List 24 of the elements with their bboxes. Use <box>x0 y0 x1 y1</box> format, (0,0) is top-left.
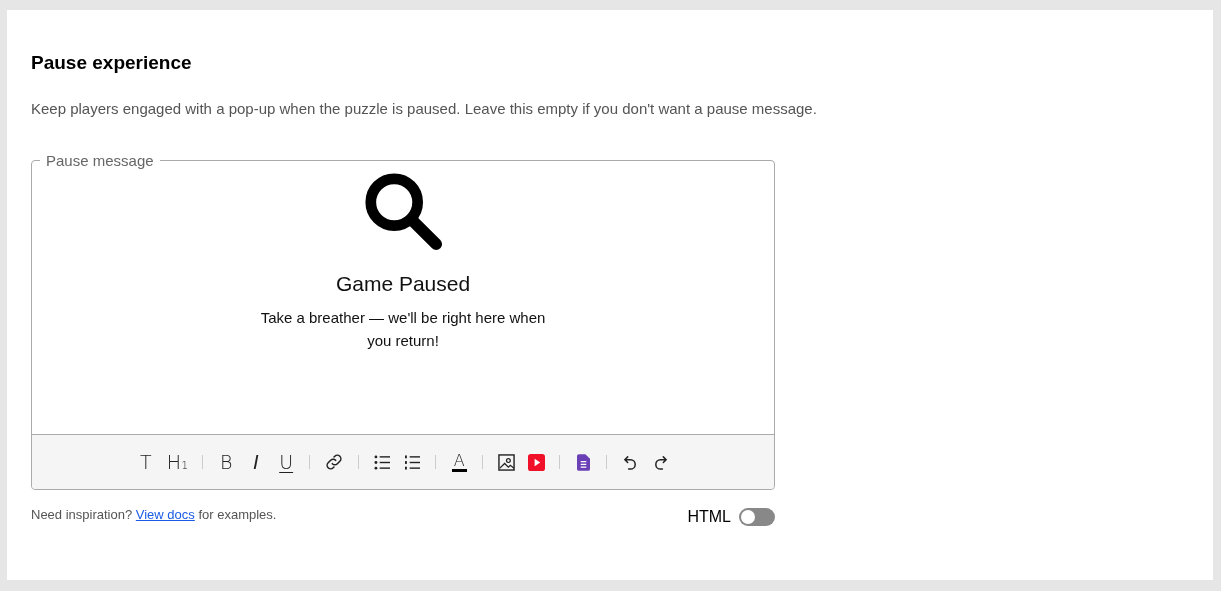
italic-button[interactable]: I <box>243 448 270 476</box>
heading-button[interactable]: H 1 <box>162 448 193 476</box>
search-icon <box>362 170 444 252</box>
field-label: Pause message <box>45 152 155 169</box>
undo-icon <box>622 453 638 471</box>
message-heading: Game Paused <box>335 272 471 296</box>
toggle-label: HTML <box>687 508 731 526</box>
numbered-list-icon <box>403 454 421 470</box>
text-style-button[interactable]: T <box>132 448 159 476</box>
redo-icon <box>652 453 668 471</box>
bold-button[interactable]: B <box>213 448 240 476</box>
link-icon <box>324 452 345 472</box>
docs-link[interactable]: View docs <box>135 506 195 522</box>
bullet-list-icon <box>373 454 391 470</box>
hint-text: Need inspiration? View docs for examples. <box>31 506 277 522</box>
document-icon <box>576 453 590 471</box>
play-icon <box>527 453 545 471</box>
section-title: Pause experience <box>31 52 193 74</box>
section-description: Keep players engaged with a pop-up when the puzzle is paused. Leave this empty if you don't want a pause message. <box>31 100 818 117</box>
message-body: Take a breather — we'll be right here when you return! <box>259 308 547 351</box>
text-color-button[interactable]: A <box>446 448 473 476</box>
image-icon <box>497 453 515 471</box>
underline-button[interactable]: U <box>273 448 300 476</box>
html-toggle[interactable] <box>739 508 775 526</box>
